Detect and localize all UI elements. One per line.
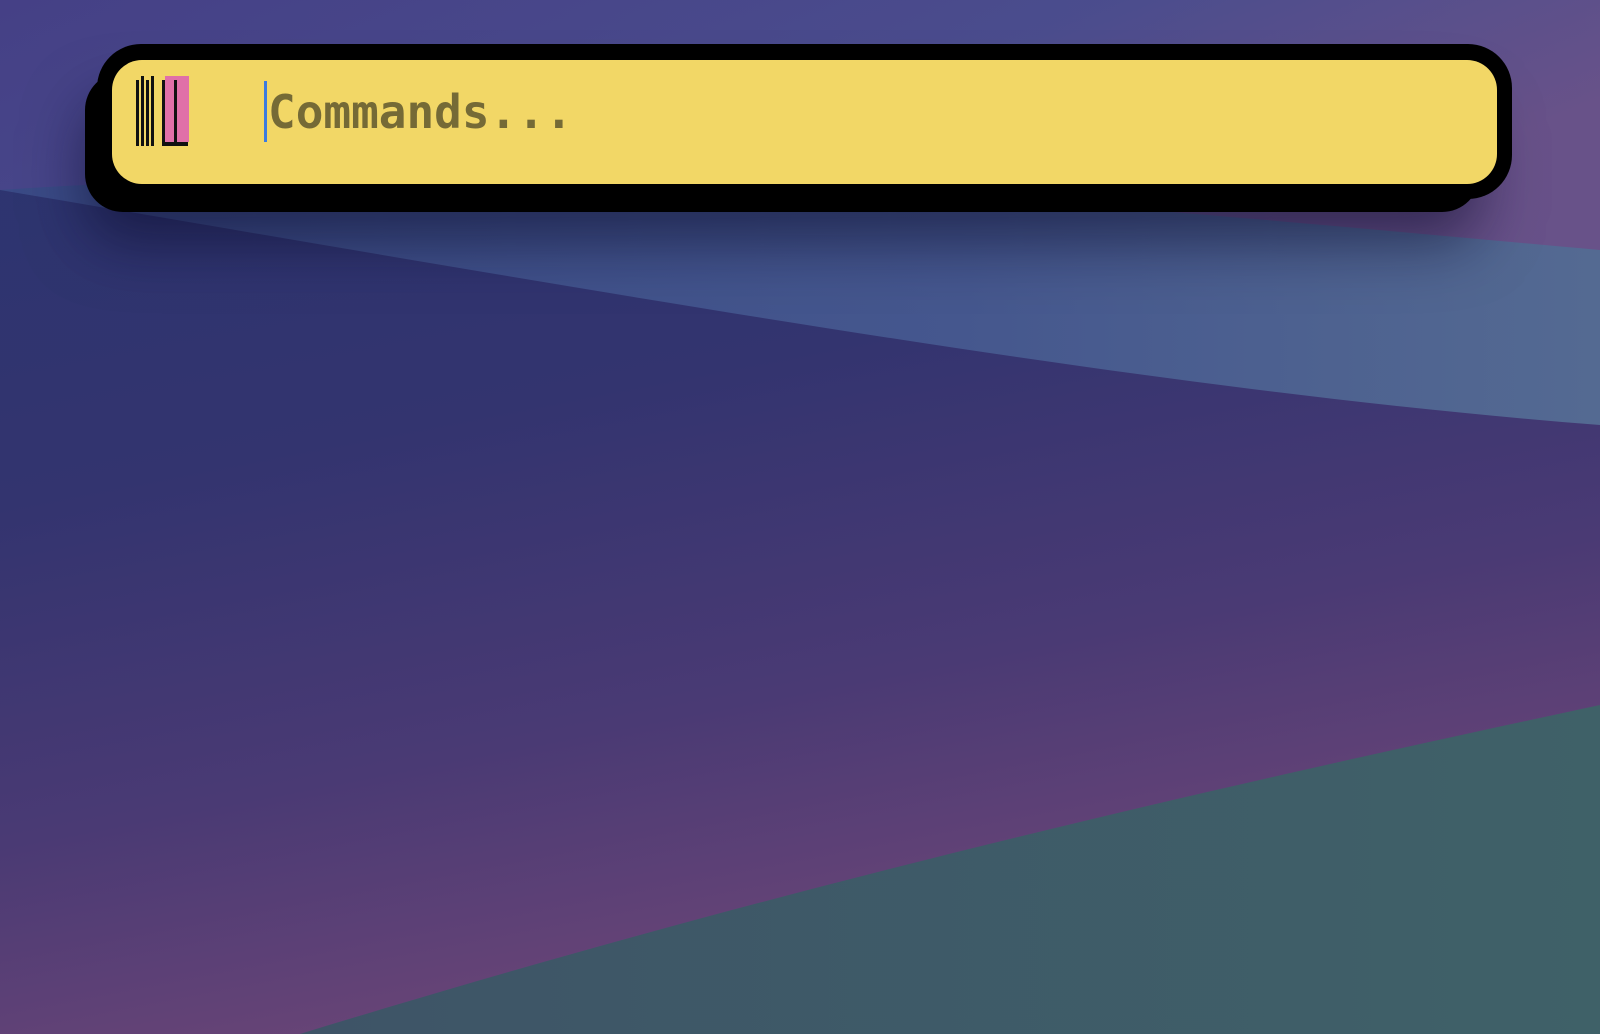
app-logo-icon: [136, 76, 189, 146]
command-search-input[interactable]: [264, 78, 1448, 146]
command-palette[interactable]: [112, 60, 1497, 184]
